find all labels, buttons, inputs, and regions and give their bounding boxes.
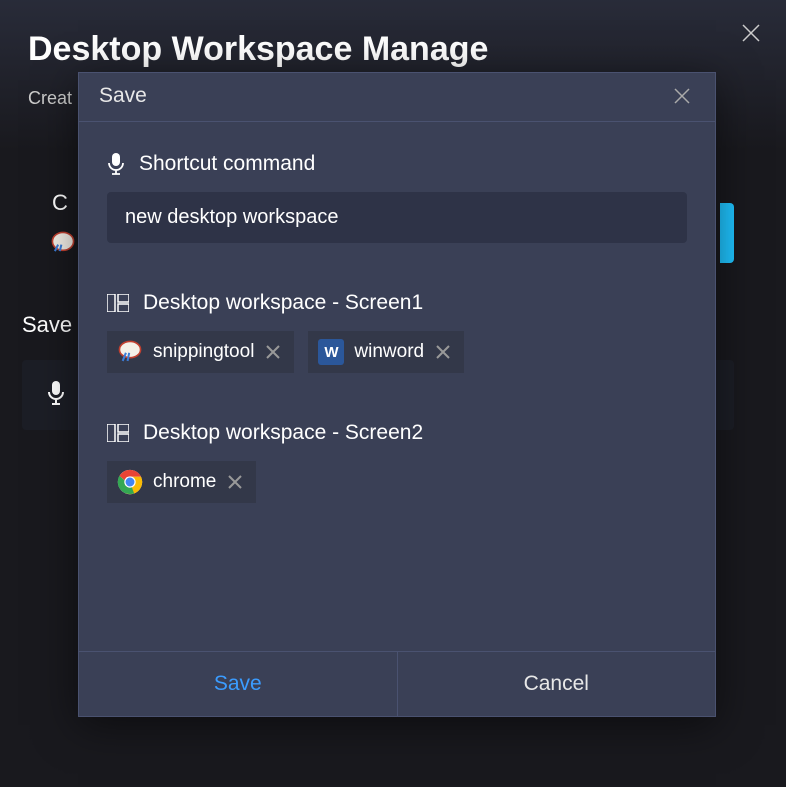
screen-label: Desktop workspace - Screen1 — [143, 291, 423, 315]
close-icon — [228, 475, 242, 489]
app-chip-winword[interactable]: W winword — [308, 331, 464, 373]
screen-header: Desktop workspace - Screen1 — [107, 291, 687, 315]
close-icon — [674, 88, 690, 104]
word-icon: W — [318, 339, 344, 365]
dialog-header: Save — [79, 73, 715, 122]
microphone-icon — [46, 380, 66, 411]
app-chips-row: chrome — [107, 461, 687, 503]
workspace-icon — [107, 424, 129, 442]
bg-app-icon — [50, 230, 78, 258]
bg-accent-button[interactable] — [720, 203, 734, 263]
shortcut-header: Shortcut command — [107, 152, 687, 176]
snippingtool-icon — [117, 339, 143, 365]
microphone-icon — [107, 152, 125, 176]
subtitle: Creat — [28, 88, 72, 109]
main-close-button[interactable] — [736, 18, 766, 48]
app-chip-chrome[interactable]: chrome — [107, 461, 256, 503]
app-name: chrome — [153, 471, 216, 493]
app-chips-row: snippingtool W winword — [107, 331, 687, 373]
screen-header: Desktop workspace - Screen2 — [107, 421, 687, 445]
app-name: snippingtool — [153, 341, 254, 363]
screen-label: Desktop workspace - Screen2 — [143, 421, 423, 445]
shortcut-label: Shortcut command — [139, 152, 315, 176]
dialog-close-button[interactable] — [669, 83, 695, 109]
cancel-button[interactable]: Cancel — [398, 652, 716, 716]
remove-app-button[interactable] — [434, 343, 452, 361]
chrome-icon — [117, 469, 143, 495]
screen-section: Desktop workspace - Screen2 — [107, 421, 687, 503]
dialog-footer: Save Cancel — [79, 651, 715, 716]
bg-section-c: C — [52, 190, 68, 216]
app-chip-snippingtool[interactable]: snippingtool — [107, 331, 294, 373]
screen-section: Desktop workspace - Screen1 snippingtool — [107, 291, 687, 373]
dialog-title: Save — [99, 84, 147, 108]
remove-app-button[interactable] — [226, 473, 244, 491]
close-icon — [742, 24, 760, 42]
remove-app-button[interactable] — [264, 343, 282, 361]
dialog-body: Shortcut command Desktop workspace - Scr… — [79, 122, 715, 651]
workspace-icon — [107, 294, 129, 312]
page-title: Desktop Workspace Manage — [28, 30, 488, 69]
app-name: winword — [354, 341, 424, 363]
close-icon — [266, 345, 280, 359]
close-icon — [436, 345, 450, 359]
save-button[interactable]: Save — [79, 652, 398, 716]
shortcut-command-input[interactable] — [107, 192, 687, 243]
save-dialog: Save Shortcut command Desktop workspace … — [78, 72, 716, 717]
bg-section-save: Save — [22, 312, 72, 338]
